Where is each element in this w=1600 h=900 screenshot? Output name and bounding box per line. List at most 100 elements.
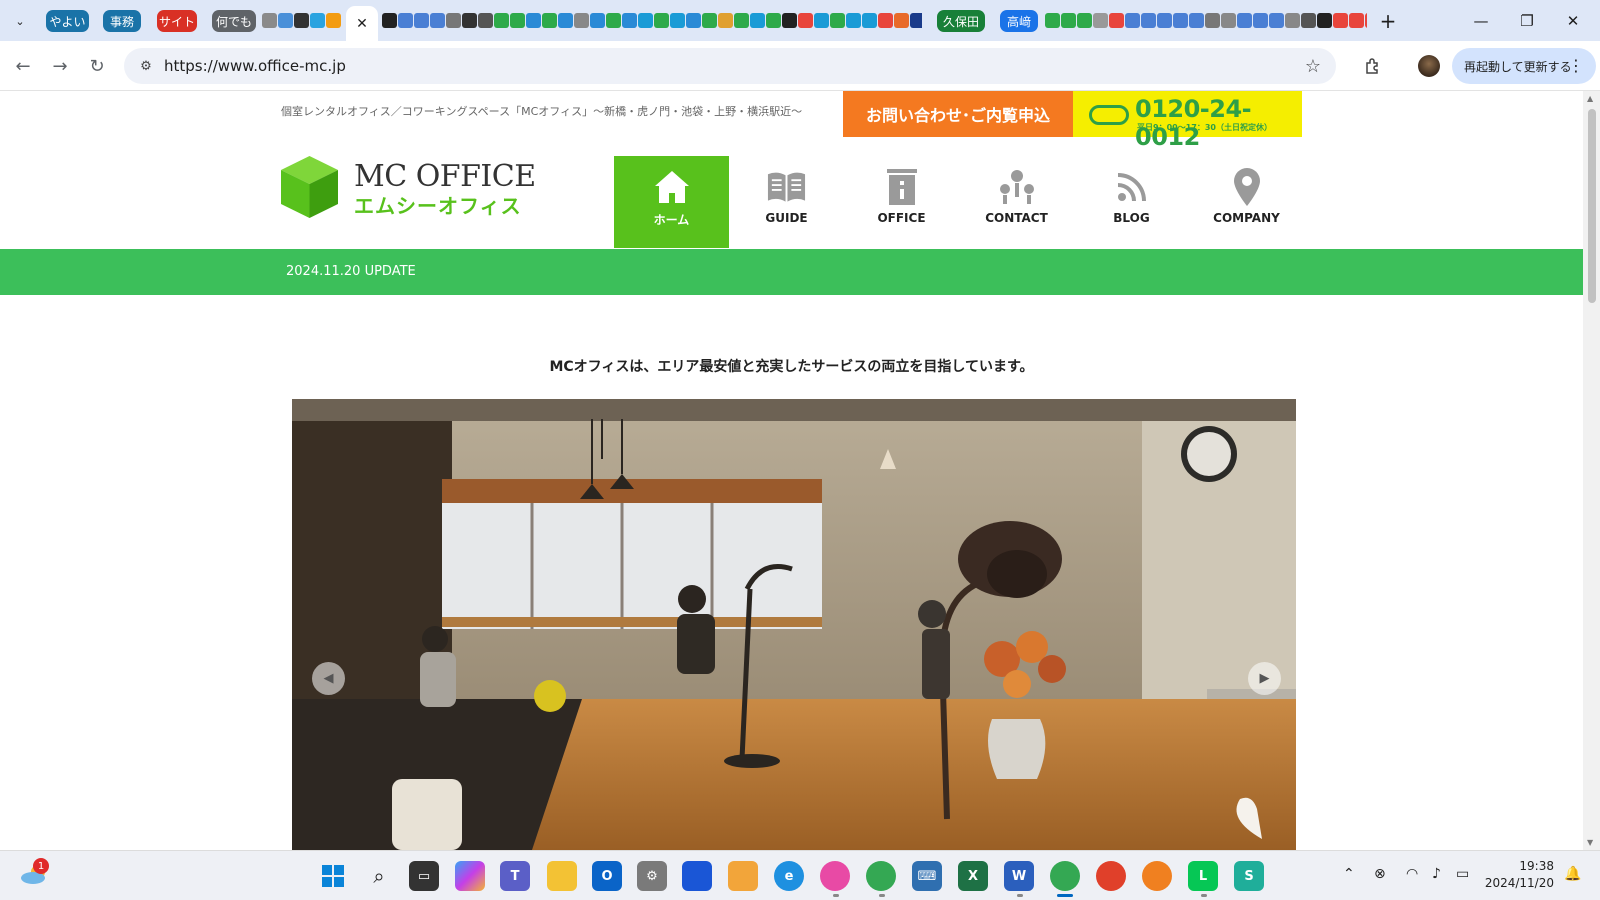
app-button-blue[interactable] <box>682 861 712 891</box>
tab-group-takasaki[interactable]: 高﨑 <box>1000 10 1038 32</box>
tab-search-button[interactable]: ⌄ <box>6 8 34 34</box>
tab-favicon[interactable] <box>398 13 413 28</box>
teams-button[interactable]: T <box>500 861 530 891</box>
tab-favicon[interactable] <box>910 13 922 28</box>
forward-button[interactable]: → <box>45 51 75 81</box>
tab-favicon[interactable] <box>1221 13 1236 28</box>
tab-favicon[interactable] <box>702 13 717 28</box>
tab-favicon[interactable] <box>262 13 277 28</box>
pinned-tab-favicons-a[interactable] <box>262 11 344 29</box>
app-button-keyboard[interactable]: ⌨ <box>912 861 942 891</box>
tab-favicon[interactable] <box>1173 13 1188 28</box>
tab-favicon[interactable] <box>326 13 341 28</box>
tab-favicon[interactable] <box>766 13 781 28</box>
tab-favicon[interactable] <box>862 13 877 28</box>
tab-favicon[interactable] <box>1205 13 1220 28</box>
tab-favicon[interactable] <box>814 13 829 28</box>
tab-group-kubota[interactable]: 久保田 <box>937 10 985 32</box>
active-tab[interactable]: ✕ <box>346 6 378 41</box>
app-button-orange-ring[interactable] <box>728 861 758 891</box>
tab-favicon[interactable] <box>1333 13 1348 28</box>
bookmark-button[interactable]: ☆ <box>1300 53 1326 79</box>
copilot-button[interactable] <box>455 861 485 891</box>
logo-cube-icon[interactable] <box>281 156 338 218</box>
tab-favicon[interactable] <box>782 13 797 28</box>
tab-favicon[interactable] <box>1301 13 1316 28</box>
extensions-button[interactable] <box>1358 51 1388 81</box>
tab-favicon[interactable] <box>894 13 909 28</box>
chrome-button[interactable] <box>1044 857 1086 895</box>
tab-group-yayoi[interactable]: やよい <box>46 10 89 32</box>
tab-favicon[interactable] <box>686 13 701 28</box>
scroll-thumb[interactable] <box>1588 109 1596 303</box>
tab-favicon[interactable] <box>1093 13 1108 28</box>
tab-favicon[interactable] <box>654 13 669 28</box>
tab-group-jimu[interactable]: 事務 <box>103 10 141 32</box>
tab-favicon[interactable] <box>1317 13 1332 28</box>
tab-favicon[interactable] <box>1061 13 1076 28</box>
tab-favicons-c[interactable] <box>1045 11 1367 29</box>
more-vertical-icon[interactable]: ⋮ <box>1568 56 1584 75</box>
tab-favicon[interactable] <box>1269 13 1284 28</box>
hero-slider[interactable]: ◀ ▶ <box>292 399 1296 850</box>
restore-button[interactable]: ❐ <box>1504 6 1550 36</box>
tab-group-site[interactable]: サイト <box>157 10 197 32</box>
tab-favicon[interactable] <box>446 13 461 28</box>
minimize-button[interactable]: — <box>1458 6 1504 36</box>
close-window-button[interactable]: ✕ <box>1550 6 1596 36</box>
tab-favicon[interactable] <box>670 13 685 28</box>
line-button[interactable]: L <box>1182 857 1224 895</box>
tab-favicon[interactable] <box>278 13 293 28</box>
tab-favicon[interactable] <box>622 13 637 28</box>
tab-favicon[interactable] <box>382 13 397 28</box>
start-button[interactable] <box>318 861 348 891</box>
tab-favicon[interactable] <box>1045 13 1060 28</box>
tab-favicon[interactable] <box>846 13 861 28</box>
tab-favicon[interactable] <box>1125 13 1140 28</box>
tab-favicon[interactable] <box>1365 13 1367 28</box>
tab-favicon[interactable] <box>798 13 813 28</box>
relaunch-update-button[interactable]: 再起動して更新する ⋮ <box>1452 48 1596 84</box>
tab-favicon[interactable] <box>430 13 445 28</box>
app-button-orange[interactable] <box>1142 861 1172 891</box>
tab-favicon[interactable] <box>1077 13 1092 28</box>
tab-favicon[interactable] <box>590 13 605 28</box>
scroll-up-icon[interactable]: ▲ <box>1587 94 1593 103</box>
chrome-profile-button[interactable] <box>866 861 896 891</box>
tray-overflow-chevron-icon[interactable]: ⌃ <box>1343 866 1355 882</box>
edge-button[interactable]: e <box>774 861 804 891</box>
taskbar-search-button[interactable]: ⌕ <box>364 861 394 891</box>
tab-favicon[interactable] <box>526 13 541 28</box>
tab-favicon[interactable] <box>1253 13 1268 28</box>
tray-app-icon[interactable]: ⊗ <box>1374 866 1386 882</box>
notification-bell-icon[interactable]: 🔔 <box>1564 866 1581 882</box>
settings-app-button[interactable]: ⚙ <box>637 861 667 891</box>
app-button-teal[interactable]: S <box>1234 861 1264 891</box>
app-button-red-flower[interactable] <box>1096 861 1126 891</box>
tab-favicon[interactable] <box>510 13 525 28</box>
tab-favicon[interactable] <box>558 13 573 28</box>
address-bar[interactable]: ⚙ https://www.office-mc.jp ☆ <box>124 48 1336 84</box>
tab-favicon[interactable] <box>1189 13 1204 28</box>
tab-favicon[interactable] <box>1285 13 1300 28</box>
tab-favicon[interactable] <box>310 13 325 28</box>
tab-favicon[interactable] <box>718 13 733 28</box>
logo-text-en[interactable]: MC OFFICE <box>354 159 536 194</box>
page-scrollbar[interactable]: ▲ ▼ <box>1583 91 1600 850</box>
site-info-button[interactable]: ⚙ <box>134 54 158 78</box>
volume-icon[interactable]: ♪ <box>1432 866 1441 882</box>
tab-group-nandemo[interactable]: 何でも <box>212 10 256 32</box>
logo-text-ja[interactable]: エムシーオフィス <box>354 190 522 219</box>
nav-item-company[interactable]: COMPANY <box>1189 156 1304 248</box>
profile-avatar[interactable] <box>1418 55 1440 77</box>
phone-cta-button[interactable]: 0120-24-0012 平日9：00～17：30（土日祝定休） <box>1073 91 1302 151</box>
tab-favicon[interactable] <box>1157 13 1172 28</box>
tab-favicon[interactable] <box>734 13 749 28</box>
tab-favicon[interactable] <box>294 13 309 28</box>
outlook-button[interactable]: O <box>592 861 622 891</box>
file-explorer-button[interactable] <box>547 861 577 891</box>
new-tab-button[interactable]: + <box>1376 9 1400 33</box>
word-button[interactable]: W <box>998 857 1040 895</box>
nav-item-blog[interactable]: BLOG <box>1074 156 1189 248</box>
slider-prev-button[interactable]: ◀ <box>312 662 345 695</box>
